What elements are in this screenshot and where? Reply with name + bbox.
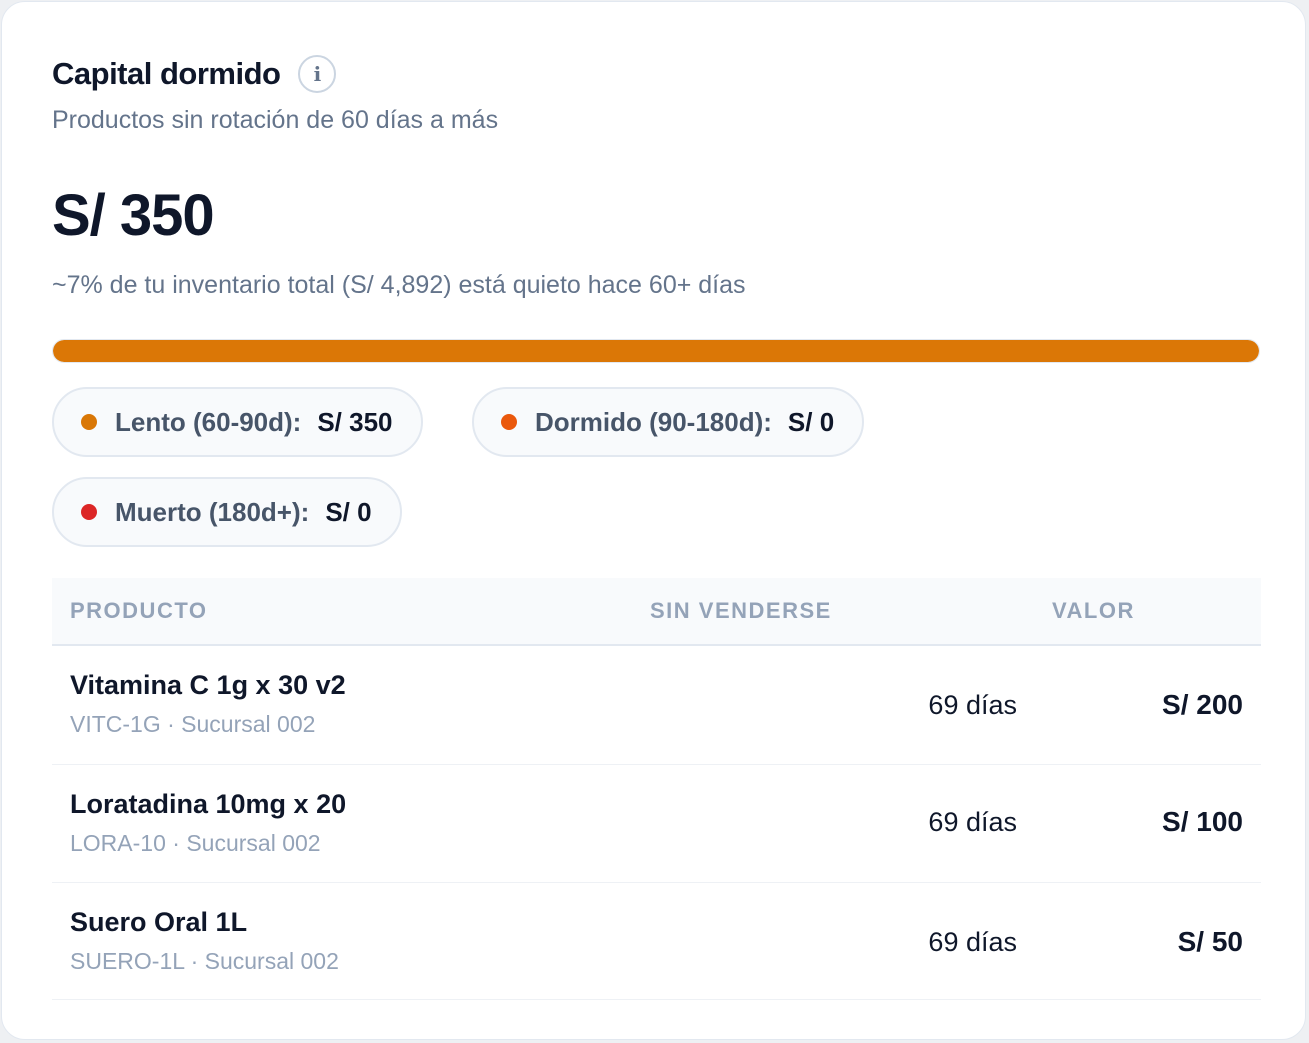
product-name: Vitamina C 1g x 30 v2 bbox=[70, 670, 346, 700]
total-dormant-value: S/ 350 bbox=[52, 183, 215, 248]
inventory-summary: ~7% de tu inventario total (S/ 4,892) es… bbox=[52, 271, 746, 299]
card-header: Capital dormido i bbox=[52, 52, 337, 96]
product-name: Loratadina 10mg x 20 bbox=[70, 789, 347, 819]
product-value: S/ 100 bbox=[1162, 806, 1243, 837]
dormant-products-table: PRODUCTO SIN VENDERSE VALOR Vitamina C 1… bbox=[52, 578, 1261, 1000]
product-sku-branch: VITC-1G · Sucursal 002 bbox=[70, 711, 316, 737]
product-value: S/ 50 bbox=[1177, 926, 1243, 957]
column-header-product[interactable]: PRODUCTO bbox=[70, 598, 208, 624]
card-subtitle: Productos sin rotación de 60 días a más bbox=[52, 106, 499, 134]
card-title: Capital dormido bbox=[52, 56, 281, 91]
bucket-dot-lento bbox=[81, 414, 97, 430]
capital-dormido-card: Capital dormido i Productos sin rotación… bbox=[1, 1, 1306, 1040]
bucket-chip-lento[interactable]: Lento (60-90d): S/ 350 bbox=[52, 387, 423, 457]
dormant-progress-bar bbox=[52, 339, 1260, 363]
info-icon[interactable]: i bbox=[298, 55, 337, 93]
table-row[interactable]: Loratadina 10mg x 20 LORA-10 · Sucursal … bbox=[52, 765, 1261, 883]
column-header-value[interactable]: VALOR bbox=[1052, 598, 1135, 624]
bucket-label: Muerto (180d+): bbox=[115, 496, 310, 527]
bucket-label: Lento (60-90d): bbox=[115, 406, 302, 437]
days-without-sale: 69 días bbox=[928, 807, 1017, 837]
product-name: Suero Oral 1L bbox=[70, 907, 248, 937]
product-value: S/ 200 bbox=[1162, 689, 1243, 720]
bucket-value: S/ 350 bbox=[317, 406, 393, 437]
dormant-progress-fill bbox=[53, 340, 1259, 362]
days-without-sale: 69 días bbox=[928, 927, 1017, 957]
bucket-value: S/ 0 bbox=[325, 496, 372, 527]
table-row[interactable]: Vitamina C 1g x 30 v2 VITC-1G · Sucursal… bbox=[52, 646, 1261, 765]
bucket-chip-muerto[interactable]: Muerto (180d+): S/ 0 bbox=[52, 477, 402, 547]
days-without-sale: 69 días bbox=[928, 690, 1017, 720]
table-row[interactable]: Suero Oral 1L SUERO-1L · Sucursal 002 69… bbox=[52, 883, 1261, 1000]
column-header-days[interactable]: SIN VENDERSE bbox=[650, 598, 832, 624]
bucket-label: Dormido (90-180d): bbox=[535, 406, 772, 437]
bucket-chip-dormido[interactable]: Dormido (90-180d): S/ 0 bbox=[472, 387, 865, 457]
product-sku-branch: LORA-10 · Sucursal 002 bbox=[70, 830, 321, 856]
bucket-dot-muerto bbox=[81, 504, 97, 520]
table-header: PRODUCTO SIN VENDERSE VALOR bbox=[52, 578, 1261, 646]
product-sku-branch: SUERO-1L · Sucursal 002 bbox=[70, 948, 339, 974]
bucket-dot-dormido bbox=[501, 414, 517, 430]
bucket-value: S/ 0 bbox=[787, 406, 835, 437]
